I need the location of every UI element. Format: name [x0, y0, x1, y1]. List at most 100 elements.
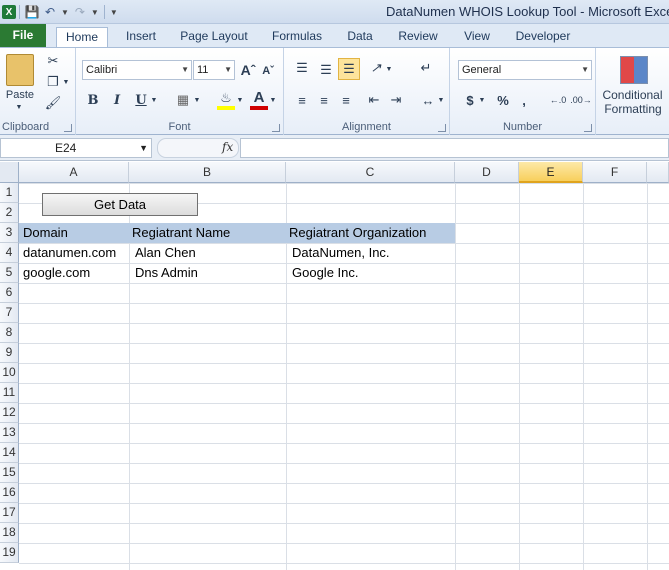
font-launcher-icon[interactable] [272, 124, 280, 132]
align-bottom-icon[interactable]: ☰ [338, 58, 360, 80]
paste-dropdown-icon[interactable]: ▼ [12, 102, 26, 112]
row-header[interactable]: 2 [0, 203, 19, 223]
row-header[interactable]: 14 [0, 443, 19, 463]
comma-button[interactable]: , [516, 90, 532, 110]
redo-icon[interactable]: ↷ [71, 3, 89, 21]
bold-button[interactable]: B [84, 90, 102, 110]
italic-button[interactable]: I [108, 90, 126, 110]
tab-home[interactable]: Home [56, 27, 108, 47]
row-header[interactable]: 10 [0, 363, 19, 383]
increase-indent-icon[interactable]: ⇥ [386, 90, 406, 110]
alignment-launcher-icon[interactable] [438, 124, 446, 132]
row-header[interactable]: 9 [0, 343, 19, 363]
table-header-registrant-name[interactable]: Regiatrant Name [132, 223, 230, 243]
customize-qat-icon[interactable]: ▼ [110, 8, 118, 17]
row-header[interactable]: 8 [0, 323, 19, 343]
align-left-icon[interactable]: ≡ [292, 90, 312, 110]
save-icon[interactable]: 💾 [23, 3, 41, 21]
align-right-icon[interactable]: ≡ [336, 90, 356, 110]
paste-icon[interactable] [6, 54, 34, 86]
redo-dropdown-icon[interactable]: ▼ [91, 8, 99, 17]
formula-input[interactable] [240, 138, 669, 158]
currency-button[interactable]: $ [462, 90, 478, 110]
table-header-domain[interactable]: Domain [23, 223, 68, 243]
orientation-dropdown-icon[interactable]: ▼ [385, 63, 393, 75]
excel-logo-icon[interactable]: X [2, 5, 16, 19]
table-cell[interactable]: Dns Admin [135, 263, 198, 283]
merge-dropdown-icon[interactable]: ▼ [437, 94, 445, 106]
format-painter-icon[interactable]: 🖌 [44, 94, 62, 112]
underline-button[interactable]: U [132, 90, 150, 110]
font-color-icon[interactable]: A [250, 88, 268, 110]
undo-dropdown-icon[interactable]: ▼ [61, 8, 69, 17]
row-header[interactable]: 13 [0, 423, 19, 443]
tab-insert[interactable]: Insert [118, 27, 164, 47]
number-format-select[interactable]: General ▼ [458, 60, 592, 80]
column-header-e[interactable]: E [519, 162, 583, 183]
column-header-c[interactable]: C [286, 162, 455, 183]
underline-dropdown-icon[interactable]: ▼ [150, 94, 158, 106]
tab-developer[interactable]: Developer [510, 27, 576, 47]
row-header[interactable]: 18 [0, 523, 19, 543]
borders-icon[interactable]: ▦ [174, 90, 192, 110]
currency-dropdown-icon[interactable]: ▼ [478, 94, 486, 106]
column-header-b[interactable]: B [129, 162, 286, 183]
number-launcher-icon[interactable] [584, 124, 592, 132]
row-header[interactable]: 19 [0, 543, 19, 563]
fill-color-dropdown-icon[interactable]: ▼ [236, 94, 244, 106]
column-header-g[interactable] [647, 162, 669, 183]
conditional-formatting-icon[interactable] [620, 56, 648, 84]
conditional-formatting-label-2[interactable]: Formatting [600, 102, 666, 116]
fill-color-icon[interactable]: ♨ [217, 90, 235, 110]
wrap-text-icon[interactable]: ↵ [416, 58, 436, 78]
table-cell[interactable]: datanumen.com [23, 243, 116, 263]
font-family-select[interactable]: Calibri ▼ [82, 60, 192, 80]
table-cell[interactable]: google.com [23, 263, 90, 283]
column-header-d[interactable]: D [455, 162, 519, 183]
column-header-a[interactable]: A [19, 162, 129, 183]
row-header[interactable]: 7 [0, 303, 19, 323]
copy-icon[interactable]: ❐ [44, 73, 62, 91]
decrease-indent-icon[interactable]: ⇤ [364, 90, 384, 110]
font-size-select[interactable]: 11 ▼ [193, 60, 235, 80]
table-cell[interactable]: DataNumen, Inc. [292, 243, 390, 263]
borders-dropdown-icon[interactable]: ▼ [193, 94, 201, 106]
align-center-icon[interactable]: ≡ [314, 90, 334, 110]
tab-formulas[interactable]: Formulas [266, 27, 328, 47]
tab-review[interactable]: Review [392, 27, 444, 47]
table-cell[interactable]: Google Inc. [292, 263, 359, 283]
row-header[interactable]: 12 [0, 403, 19, 423]
cut-icon[interactable]: ✂ [44, 52, 62, 70]
row-header[interactable]: 3 [0, 223, 19, 243]
undo-icon[interactable]: ↶ [41, 3, 59, 21]
row-header[interactable]: 4 [0, 243, 19, 263]
column-header-f[interactable]: F [583, 162, 647, 183]
row-header[interactable]: 5 [0, 263, 19, 283]
grow-font-icon[interactable]: Aˆ [239, 60, 257, 80]
tab-file[interactable]: File [0, 24, 46, 47]
tab-data[interactable]: Data [340, 27, 380, 47]
copy-dropdown-icon[interactable]: ▼ [62, 77, 70, 87]
row-header[interactable]: 17 [0, 503, 19, 523]
table-cell[interactable]: Alan Chen [135, 243, 196, 263]
table-header-registrant-org[interactable]: Regiatrant Organization [289, 223, 426, 243]
select-all-corner[interactable] [0, 162, 19, 183]
shrink-font-icon[interactable]: Aˇ [260, 62, 276, 80]
get-data-button[interactable]: Get Data [42, 193, 198, 216]
conditional-formatting-label[interactable]: Conditional [596, 88, 669, 102]
decrease-decimal-icon[interactable]: .00→ [570, 90, 592, 110]
percent-button[interactable]: % [494, 90, 512, 110]
align-middle-icon[interactable]: ☰ [316, 60, 336, 80]
font-color-dropdown-icon[interactable]: ▼ [269, 94, 277, 106]
row-header[interactable]: 11 [0, 383, 19, 403]
insert-function-icon[interactable]: fx [222, 140, 233, 154]
row-header[interactable]: 6 [0, 283, 19, 303]
tab-page-layout[interactable]: Page Layout [178, 27, 250, 47]
orientation-icon[interactable]: ↗ [366, 58, 386, 78]
clipboard-launcher-icon[interactable] [64, 124, 72, 132]
align-top-icon[interactable]: ☰ [292, 58, 312, 78]
row-header[interactable]: 16 [0, 483, 19, 503]
row-header[interactable]: 15 [0, 463, 19, 483]
increase-decimal-icon[interactable]: ←.0 [548, 90, 568, 110]
tab-view[interactable]: View [456, 27, 498, 47]
